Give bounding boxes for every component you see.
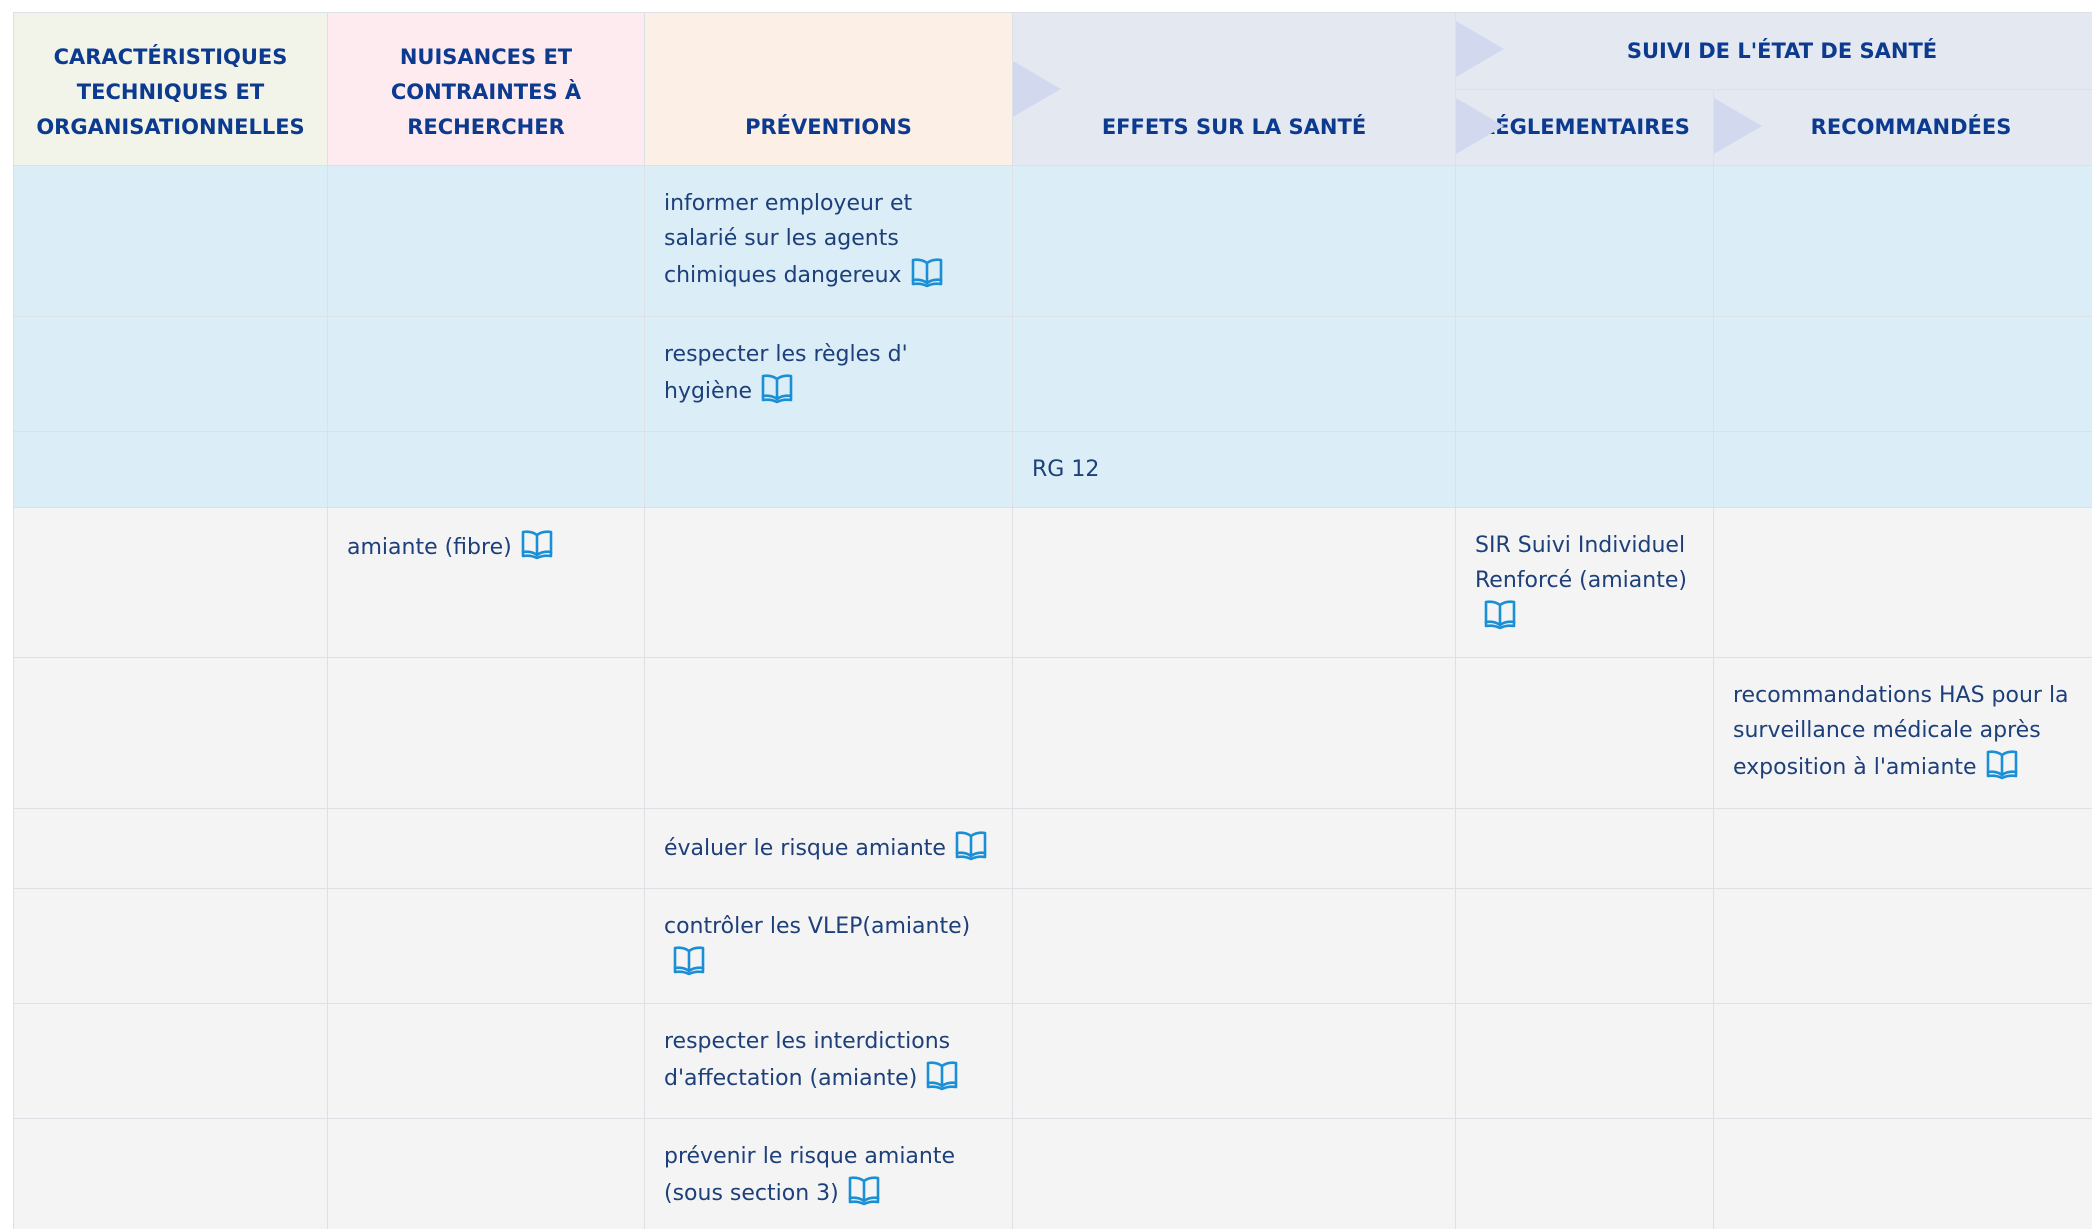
tech-cell	[13, 1118, 328, 1229]
prevention-cell: informer employeur et salarié sur les ag…	[644, 165, 1013, 317]
recommandee-cell	[1713, 1118, 2092, 1229]
tech-cell	[13, 507, 328, 658]
table-row: amiante (fibre) SIR Suivi Individuel Renf…	[13, 507, 2092, 658]
header-effets-label: EFFETS SUR LA SANTÉ	[1101, 115, 1367, 139]
table-body: informer employeur et salarié sur les ag…	[13, 165, 2092, 1229]
effet-cell	[1012, 808, 1456, 889]
header-suivi: SUIVI DE L'ÉTAT DE SANTÉ	[1455, 12, 2092, 90]
recommandee-cell	[1713, 316, 2092, 432]
cell-text[interactable]: respecter les interdictions d'affectatio…	[664, 1029, 950, 1091]
effet-cell	[1012, 316, 1456, 432]
prevention-cell: respecter les interdictions d'affectatio…	[644, 1003, 1013, 1119]
prevention-cell	[644, 507, 1013, 658]
header-effets: EFFETS SUR LA SANTÉ	[1012, 12, 1456, 166]
nuisance-cell	[327, 1118, 645, 1229]
prevention-cell: contrôler les VLEP(amiante)	[644, 888, 1013, 1004]
header-recommandees-label: RECOMMANDÉES	[1810, 115, 2012, 139]
effet-cell	[1012, 1003, 1456, 1119]
nuisance-cell: amiante (fibre)	[327, 507, 645, 658]
recommandee-cell	[1713, 1003, 2092, 1119]
effet-cell: RG 12	[1012, 431, 1456, 508]
table-row: évaluer le risque amiante	[13, 808, 2092, 889]
cell-text[interactable]: amiante (fibre)	[347, 535, 512, 560]
nuisance-cell	[327, 316, 645, 432]
cell-text[interactable]: RG 12	[1032, 457, 1099, 482]
cell-text[interactable]: évaluer le risque amiante	[664, 836, 946, 861]
table-row: respecter les règles d' hygiène	[13, 316, 2092, 432]
table-row: respecter les interdictions d'affectatio…	[13, 1003, 2092, 1119]
tech-cell	[13, 657, 328, 809]
tech-cell	[13, 1003, 328, 1119]
effet-cell	[1012, 657, 1456, 809]
table-row: contrôler les VLEP(amiante)	[13, 888, 2092, 1004]
header-preventions: PRÉVENTIONS	[644, 12, 1013, 166]
table-row: informer employeur et salarié sur les ag…	[13, 165, 2092, 317]
book-icon[interactable]	[910, 256, 944, 288]
prevention-cell: évaluer le risque amiante	[644, 808, 1013, 889]
tech-cell	[13, 165, 328, 317]
effet-cell	[1012, 888, 1456, 1004]
cell-text[interactable]: contrôler les VLEP(amiante)	[664, 914, 970, 939]
table-row: RG 12	[13, 431, 2092, 508]
header-suivi-label: SUIVI DE L'ÉTAT DE SANTÉ	[1626, 38, 1938, 63]
book-icon[interactable]	[520, 528, 554, 560]
nuisance-cell	[327, 888, 645, 1004]
recommandee-cell	[1713, 431, 2092, 508]
tech-cell	[13, 316, 328, 432]
prevention-cell	[644, 431, 1013, 508]
reglementaire-cell	[1455, 888, 1714, 1004]
book-icon[interactable]	[672, 944, 706, 976]
cell-text[interactable]: informer employeur et salarié sur les ag…	[664, 191, 912, 288]
header-recommandees: RECOMMANDÉES	[1713, 89, 2092, 166]
nuisance-cell	[327, 657, 645, 809]
book-icon[interactable]	[954, 829, 988, 861]
exposure-table: CARACTÉRISTIQUES TECHNIQUES ET ORGANISAT…	[13, 12, 2092, 1229]
effet-cell	[1012, 165, 1456, 317]
header-tech: CARACTÉRISTIQUES TECHNIQUES ET ORGANISAT…	[13, 12, 328, 166]
effet-cell	[1012, 507, 1456, 658]
book-icon[interactable]	[847, 1174, 881, 1206]
tech-cell	[13, 808, 328, 889]
table-row: prévenir le risque amiante (sous section…	[13, 1118, 2092, 1229]
prevention-cell: prévenir le risque amiante (sous section…	[644, 1118, 1013, 1229]
header-reglementaires: RÉGLEMENTAIRES	[1455, 89, 1714, 166]
nuisance-cell	[327, 808, 645, 889]
header-nuisances: NUISANCES ET CONTRAINTES À RECHERCHER	[327, 12, 645, 166]
reglementaire-cell	[1455, 431, 1714, 508]
effet-cell	[1012, 1118, 1456, 1229]
book-icon[interactable]	[1985, 748, 2019, 780]
table-row: recommandations HAS pour la surveillance…	[13, 657, 2092, 809]
book-icon[interactable]	[925, 1059, 959, 1091]
cell-text[interactable]: SIR Suivi Individuel Renforcé (amiante)	[1475, 533, 1687, 593]
recommandee-cell: recommandations HAS pour la surveillance…	[1713, 657, 2092, 809]
reglementaire-cell	[1455, 165, 1714, 317]
recommandee-cell	[1713, 888, 2092, 1004]
arrow-icon	[1013, 61, 1061, 117]
arrow-icon	[1714, 98, 1762, 154]
book-icon[interactable]	[760, 372, 794, 404]
nuisance-cell	[327, 431, 645, 508]
arrow-icon	[1456, 98, 1504, 154]
recommandee-cell	[1713, 507, 2092, 658]
recommandee-cell	[1713, 808, 2092, 889]
reglementaire-cell	[1455, 657, 1714, 809]
nuisance-cell	[327, 165, 645, 317]
reglementaire-cell: SIR Suivi Individuel Renforcé (amiante)	[1455, 507, 1714, 658]
arrow-icon	[1456, 21, 1504, 77]
cell-text[interactable]: prévenir le risque amiante (sous section…	[664, 1144, 955, 1206]
header-reglementaires-label: RÉGLEMENTAIRES	[1479, 115, 1690, 139]
reglementaire-cell	[1455, 1118, 1714, 1229]
tech-cell	[13, 431, 328, 508]
nuisance-cell	[327, 1003, 645, 1119]
reglementaire-cell	[1455, 808, 1714, 889]
recommandee-cell	[1713, 165, 2092, 317]
reglementaire-cell	[1455, 1003, 1714, 1119]
book-icon[interactable]	[1483, 598, 1517, 630]
prevention-cell: respecter les règles d' hygiène	[644, 316, 1013, 432]
reglementaire-cell	[1455, 316, 1714, 432]
prevention-cell	[644, 657, 1013, 809]
table-container: CARACTÉRISTIQUES TECHNIQUES ET ORGANISAT…	[13, 12, 2092, 1229]
tech-cell	[13, 888, 328, 1004]
